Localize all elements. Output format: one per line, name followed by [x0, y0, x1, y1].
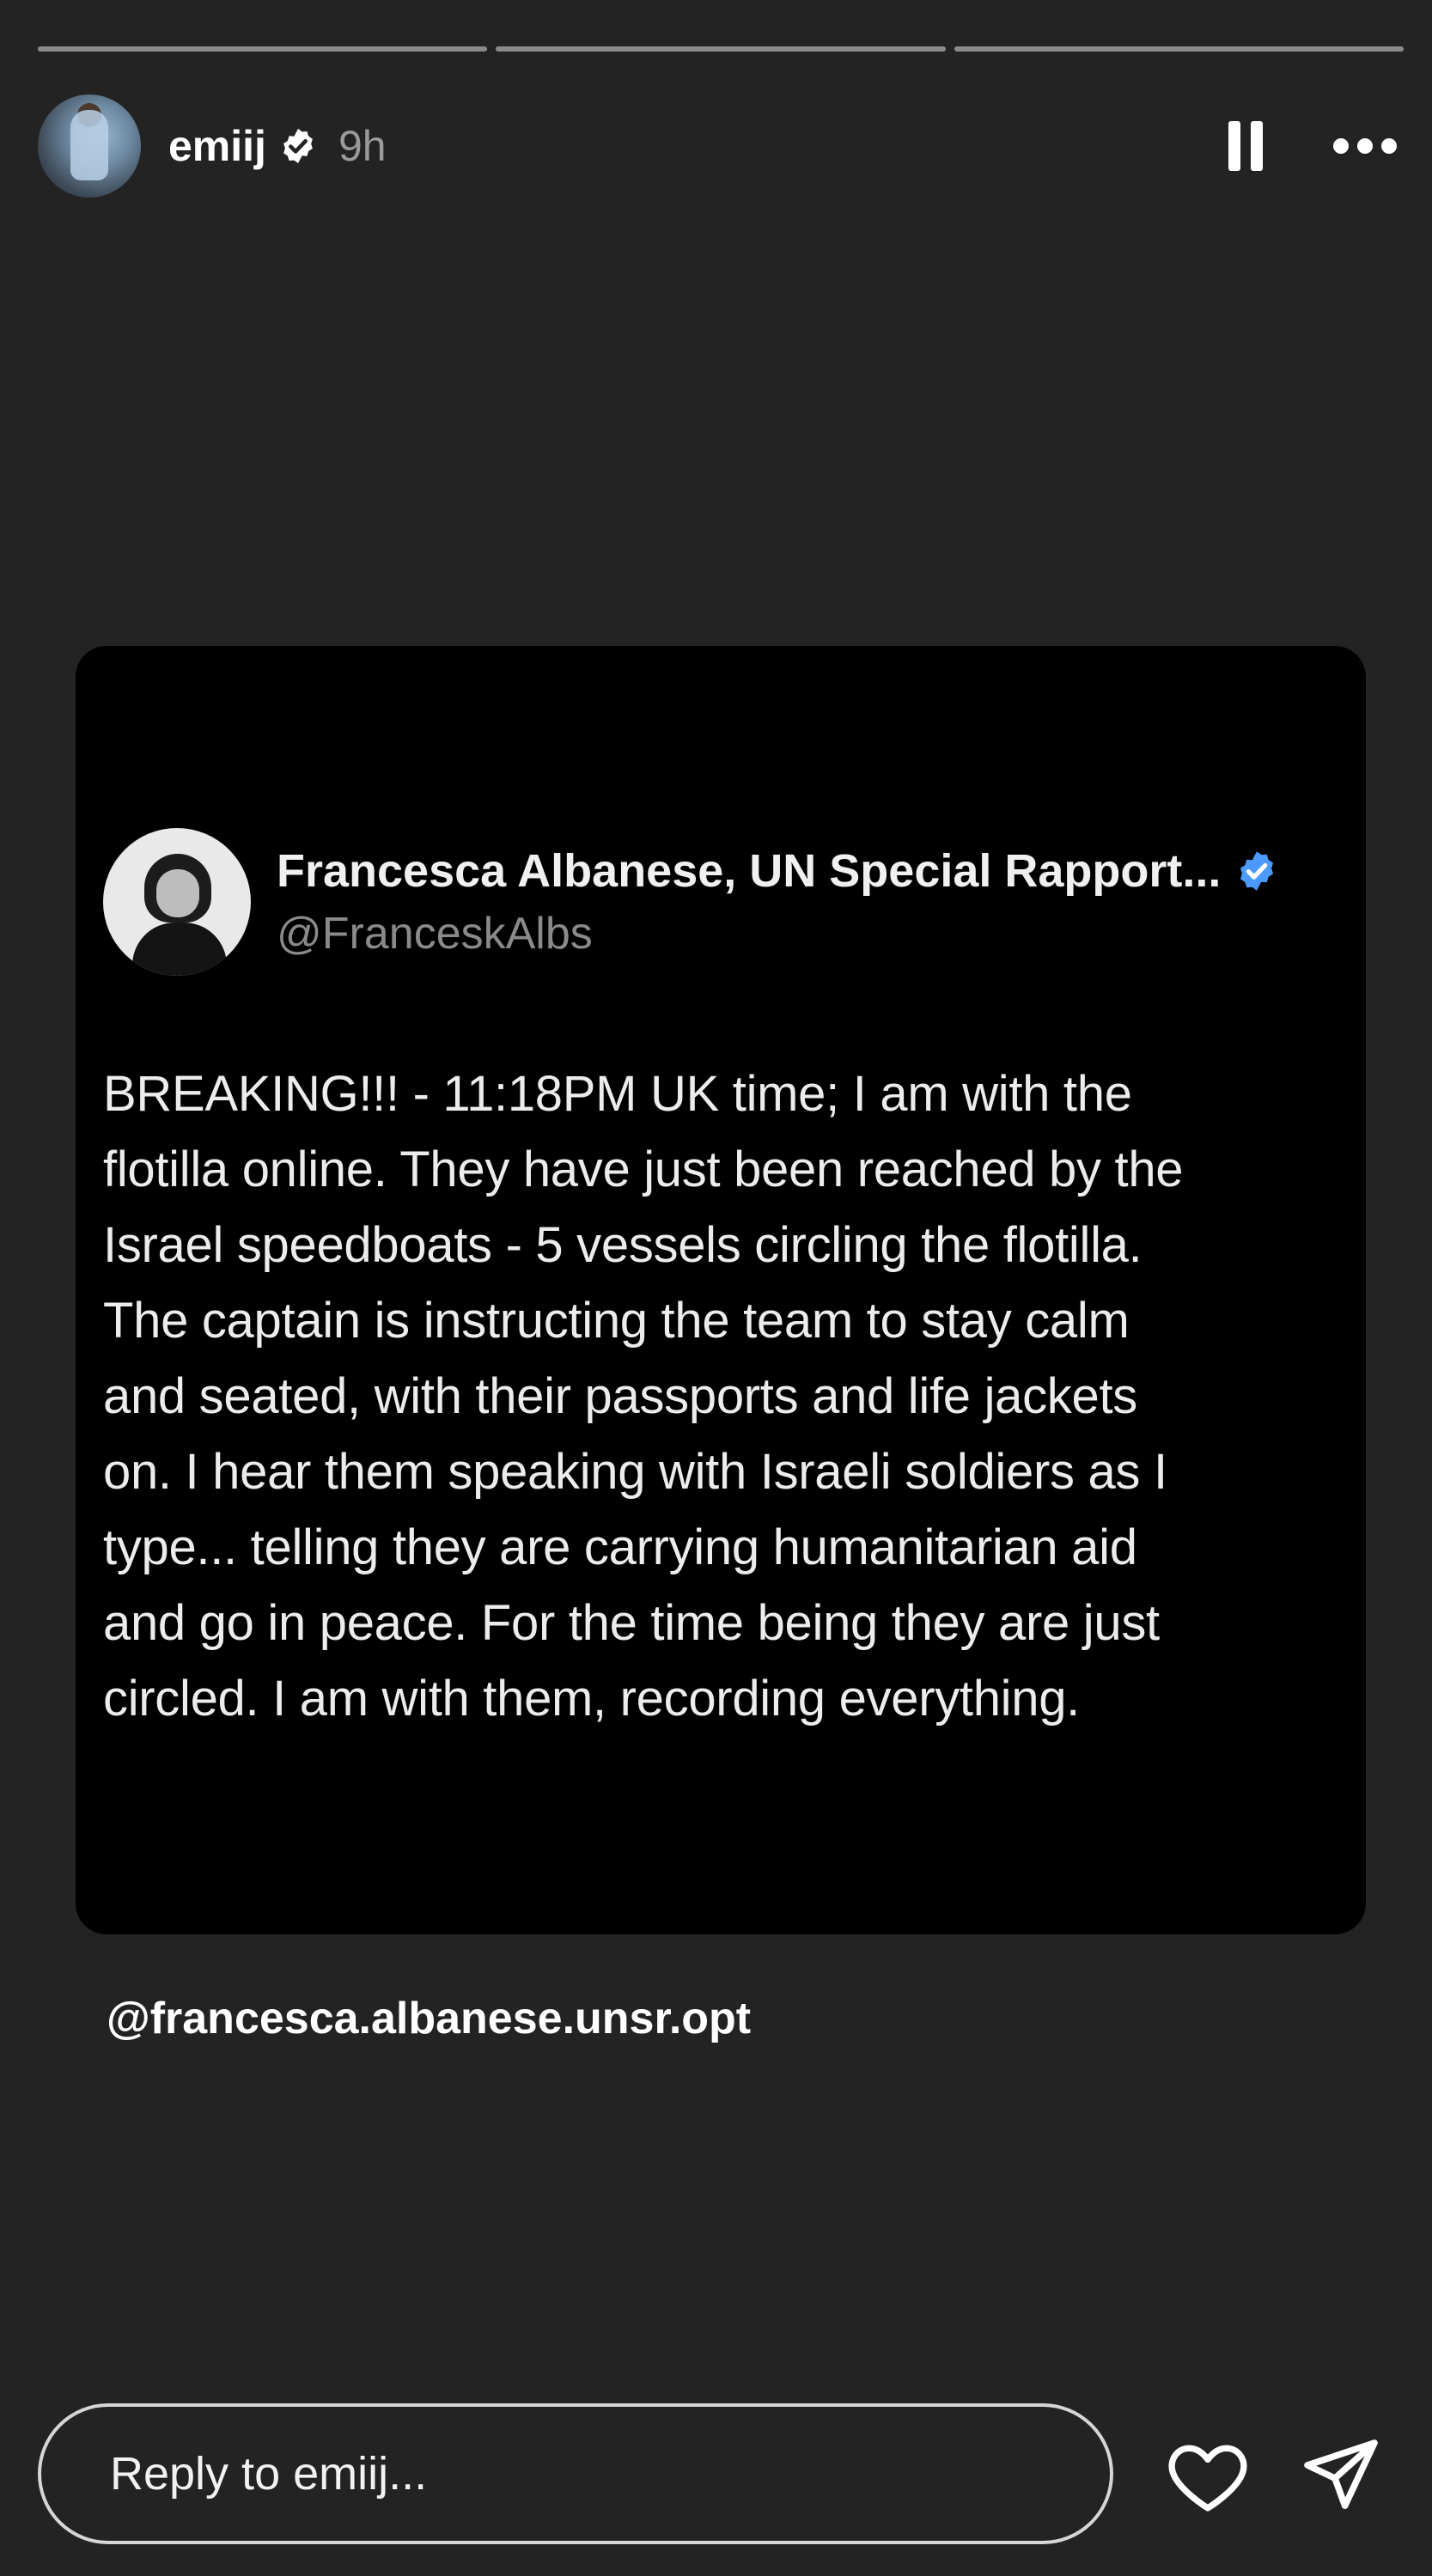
tweet-body: BREAKING!!! - 11:18PM UK time; I am with…: [103, 1066, 1184, 1726]
tweet-author: Francesca Albanese, UN Special Rapport..…: [103, 826, 1331, 977]
tweet-author-names: Francesca Albanese, UN Special Rapport..…: [277, 844, 1279, 959]
mention-link[interactable]: @francesca.albanese.unsr.opt: [107, 1993, 751, 2044]
progress-segment: [954, 46, 1404, 52]
blue-verified-icon: [1240, 851, 1274, 891]
verified-badge-icon: [283, 128, 313, 164]
story-progress: [38, 46, 1404, 52]
tweet-avatar: [103, 828, 251, 976]
pause-button[interactable]: [1220, 112, 1271, 180]
reply-field[interactable]: [38, 2403, 1113, 2544]
progress-segment: [38, 46, 488, 52]
story-timestamp: 9h: [338, 122, 387, 170]
tweet-handle: @FranceskAlbs: [277, 909, 593, 959]
more-horizontal-icon: [1333, 138, 1349, 154]
progress-segment: [496, 46, 946, 52]
tweet-card[interactable]: Francesca Albanese, UN Special Rapport..…: [76, 646, 1366, 1934]
reply-input[interactable]: [108, 2446, 1057, 2501]
pause-icon: [1228, 121, 1240, 171]
send-icon[interactable]: [1299, 2433, 1381, 2515]
heart-icon[interactable]: [1165, 2436, 1251, 2513]
tweet-display-name: Francesca Albanese, UN Special Rapport..…: [277, 845, 1222, 897]
username[interactable]: emiij: [168, 121, 266, 171]
more-options-button[interactable]: [1326, 120, 1404, 172]
story-header: emiij 9h: [38, 94, 1404, 198]
avatar[interactable]: [38, 94, 141, 198]
